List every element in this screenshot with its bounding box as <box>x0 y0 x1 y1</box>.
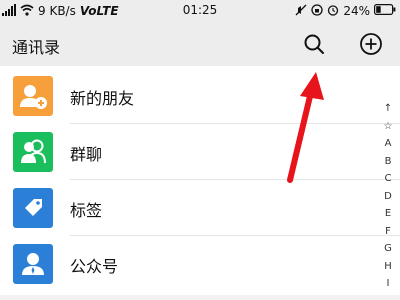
lock-rotation-icon <box>311 3 323 19</box>
new-friends-avatar <box>13 76 53 116</box>
index-letter[interactable]: A <box>378 135 398 153</box>
add-button[interactable] <box>359 32 383 56</box>
search-icon <box>304 34 324 54</box>
group-chats-avatar <box>13 132 53 172</box>
list-item-label: 标签 <box>70 201 103 220</box>
list-item-label: 群聊 <box>70 145 103 164</box>
index-letter[interactable]: D <box>378 188 398 206</box>
page-title: 通讯录 <box>12 38 61 57</box>
alarm-icon <box>327 4 339 19</box>
list-item-label: 公众号 <box>70 257 119 276</box>
list-item-tags[interactable]: 标签 <box>0 180 400 236</box>
index-letter[interactable]: I <box>378 275 398 293</box>
index-letter[interactable]: E <box>378 205 398 223</box>
battery-percent: 24% <box>343 4 370 18</box>
mute-icon <box>295 4 307 19</box>
index-letter[interactable]: ↑ <box>378 100 398 118</box>
list-item-group-chats[interactable]: 群聊 <box>0 124 400 180</box>
index-letter[interactable]: C <box>378 170 398 188</box>
index-letter[interactable]: B <box>378 153 398 171</box>
tag-icon <box>25 199 42 216</box>
bottom-strip <box>0 295 400 300</box>
index-letter[interactable]: H <box>378 258 398 276</box>
contacts-list: 新的朋友 群聊 标签 公众号 <box>0 66 400 300</box>
index-letter[interactable]: ☆ <box>378 118 398 136</box>
tags-avatar <box>13 188 53 228</box>
alphabet-index[interactable]: ↑ ☆ A B C D E F G H I <box>378 100 398 293</box>
status-bar: 9 KB/s VoLTE 01:25 24% <box>0 0 400 22</box>
index-letter[interactable]: F <box>378 223 398 241</box>
official-accounts-avatar <box>13 244 53 284</box>
list-item-label: 新的朋友 <box>70 89 135 108</box>
list-item-official-accounts[interactable]: 公众号 <box>0 236 400 292</box>
battery-icon <box>374 4 396 18</box>
index-letter[interactable]: G <box>378 240 398 258</box>
add-friend-icon <box>20 85 47 109</box>
official-account-icon <box>22 253 44 275</box>
group-chat-icon <box>21 139 46 164</box>
plus-circle-icon <box>360 33 382 55</box>
list-item-new-friends[interactable]: 新的朋友 <box>0 68 400 124</box>
search-button[interactable] <box>302 32 326 56</box>
title-bar: 通讯录 <box>0 22 400 66</box>
